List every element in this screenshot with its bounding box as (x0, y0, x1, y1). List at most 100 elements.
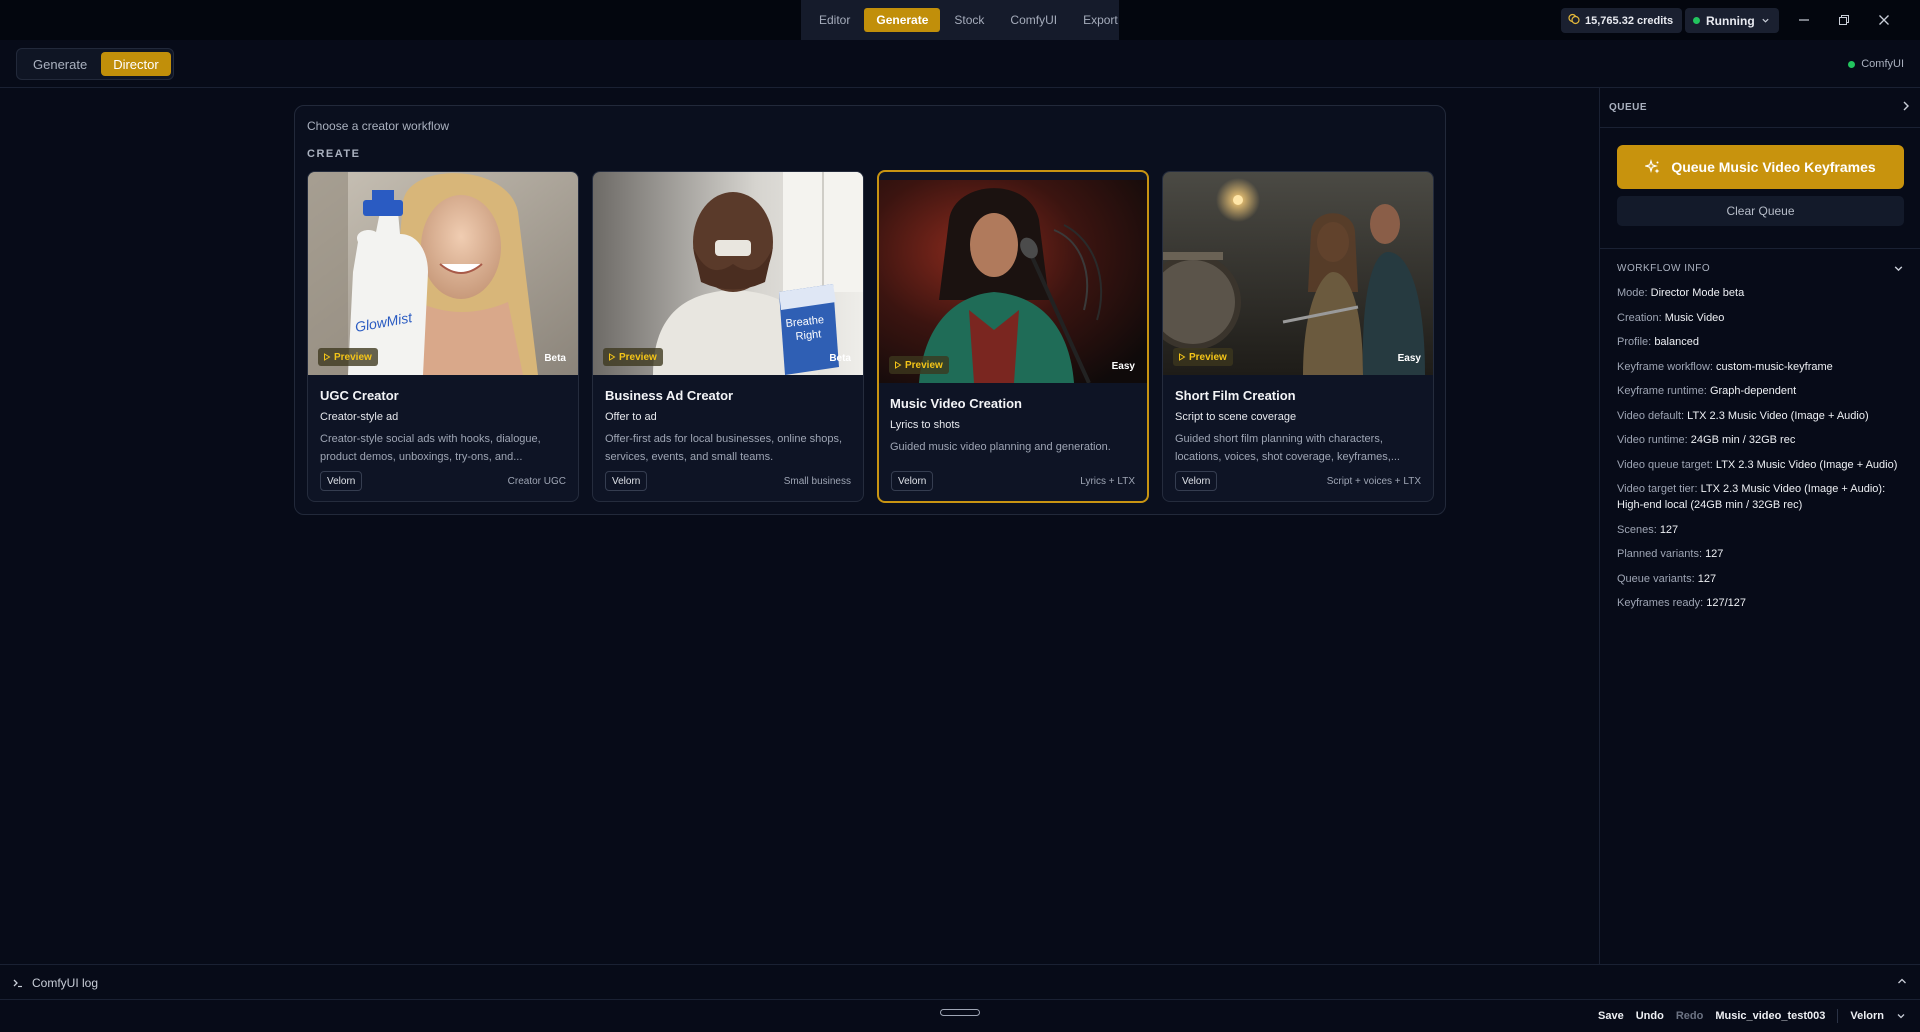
card-image: Preview Easy (1163, 172, 1433, 375)
chevron-up-icon (1898, 978, 1906, 984)
info-row-keyframe-workflow: Keyframe workflow: custom-music-keyframe (1617, 360, 1833, 373)
restore-button[interactable] (1831, 8, 1857, 32)
clear-queue-button[interactable]: Clear Queue (1617, 196, 1904, 226)
card-tag: Small business (783, 475, 851, 487)
provider-pill: Velorn (320, 471, 363, 491)
workflow-info-header[interactable]: WORKFLOW INFO (1617, 263, 1904, 274)
card-image: GlowMist Preview Beta (308, 172, 578, 375)
card-tag: Script + voices + LTX (1326, 475, 1421, 487)
info-row-scenes: Scenes: 127 (1617, 523, 1679, 536)
collapse-sidebar-button[interactable] (1900, 100, 1912, 115)
tier-badge: Beta (544, 353, 566, 364)
play-icon (895, 361, 902, 369)
card-description: Guided music video planning and generati… (890, 441, 1111, 453)
card-business-ad-creator[interactable]: Breathe Right Preview Beta Business Ad C… (592, 171, 864, 502)
card-music-video-creation[interactable]: Preview Easy Music Video Creation Lyrics… (877, 170, 1149, 503)
tab-export[interactable]: Export (1071, 8, 1130, 32)
tab-generate[interactable]: Generate (864, 8, 941, 32)
running-dot-icon (1693, 17, 1700, 24)
card-short-film-creation[interactable]: Preview Easy Short Film Creation Script … (1162, 171, 1434, 502)
undo-button[interactable]: Undo (1636, 1010, 1664, 1022)
card-image: Preview Easy (879, 180, 1147, 383)
info-row-queue-variants: Queue variants: 127 (1617, 572, 1717, 585)
queue-sidebar: QUEUE Queue Music Video Keyframes Clear … (1599, 88, 1920, 964)
panel-title: Choose a creator workflow (307, 119, 450, 133)
chevron-down-icon[interactable] (1896, 1011, 1906, 1021)
project-actions: Save Undo Redo Music_video_test003 Velor… (1598, 1000, 1906, 1032)
info-row-keyframes-ready: Keyframes ready: 127/127 (1617, 597, 1747, 609)
preview-label: Preview (1189, 351, 1227, 363)
card-description: Offer-first ads for local businesses, on… (605, 433, 843, 463)
card-tag: Lyrics + LTX (1080, 475, 1135, 487)
chevron-right-icon (1903, 101, 1909, 111)
save-button[interactable]: Save (1598, 1010, 1624, 1022)
card-footer: Velorn Small business (605, 471, 851, 491)
comfyui-status: ComfyUI (1848, 58, 1904, 70)
preview-badge[interactable]: Preview (603, 348, 663, 366)
card-title: Music Video Creation (890, 396, 1022, 411)
close-icon (1879, 15, 1889, 25)
section-label: CREATE (307, 148, 361, 160)
card-body: UGC Creator Creator-style ad Creator-sty… (308, 375, 578, 466)
play-icon (609, 353, 616, 361)
restore-icon (1839, 15, 1849, 25)
status-dropdown[interactable]: Running (1685, 8, 1779, 33)
card-ugc-creator[interactable]: GlowMist Preview Beta UGC Creator Creato… (307, 171, 579, 502)
queue-header: QUEUE (1600, 88, 1920, 128)
sparkles-icon (1645, 159, 1660, 174)
tab-editor[interactable]: Editor (807, 8, 862, 32)
card-body: Short Film Creation Script to scene cove… (1163, 375, 1433, 466)
queue-keyframes-button[interactable]: Queue Music Video Keyframes (1617, 145, 1904, 189)
coins-icon (1568, 13, 1580, 28)
chevron-down-icon (1894, 266, 1903, 272)
connected-dot-icon (1848, 60, 1856, 68)
mode-switch: Generate Director (16, 48, 174, 80)
tier-badge: Beta (829, 353, 851, 364)
minimize-button[interactable] (1791, 8, 1817, 32)
redo-button[interactable]: Redo (1676, 1010, 1704, 1022)
info-row-planned-variants: Planned variants: 127 (1617, 548, 1724, 560)
queue-button-label: Queue Music Video Keyframes (1671, 159, 1876, 175)
top-nav: Editor Generate Stock ComfyUI Export (801, 0, 1119, 40)
card-body: Business Ad Creator Offer to ad Offer-fi… (593, 375, 863, 466)
info-row-creation: Creation: Music Video (1617, 311, 1725, 324)
preview-label: Preview (334, 351, 372, 363)
card-description: Creator-style social ads with hooks, dia… (320, 433, 541, 463)
card-subtitle: Offer to ad (605, 411, 657, 423)
tab-stock[interactable]: Stock (942, 8, 996, 32)
info-row-video-queue-target: Video queue target: LTX 2.3 Music Video … (1617, 458, 1898, 471)
comfyui-log-bar[interactable]: ComfyUI log (0, 964, 1920, 1000)
credits-value: 15,765.32 credits (1585, 14, 1674, 27)
divider (1837, 1009, 1839, 1023)
project-name[interactable]: Music_video_test003 (1715, 1010, 1825, 1022)
log-label: ComfyUI log (32, 976, 99, 990)
preview-label: Preview (619, 351, 657, 363)
card-footer: Velorn Lyrics + LTX (891, 471, 1135, 491)
expand-log-button[interactable] (1896, 975, 1908, 990)
workflow-chooser: Choose a creator workflow CREATE GlowMis… (294, 105, 1446, 515)
preview-label: Preview (905, 359, 943, 371)
card-tag: Creator UGC (507, 475, 566, 487)
preview-badge[interactable]: Preview (1173, 348, 1233, 366)
brand-menu[interactable]: Velorn (1850, 1010, 1884, 1022)
card-subtitle: Creator-style ad (320, 411, 399, 423)
status-label: Running (1706, 13, 1755, 28)
card-image: Breathe Right Preview Beta (593, 172, 863, 375)
close-button[interactable] (1871, 8, 1897, 32)
tier-badge: Easy (1111, 361, 1135, 372)
resize-handle[interactable] (940, 1009, 980, 1016)
mode-bar: Generate Director ComfyUI (0, 40, 1920, 88)
info-row-video-runtime: Video runtime: 24GB min / 32GB rec (1617, 434, 1796, 446)
workflow-info-title: WORKFLOW INFO (1617, 263, 1711, 274)
mode-director-button[interactable]: Director (101, 52, 171, 76)
preview-badge[interactable]: Preview (318, 348, 378, 366)
log-toggle[interactable]: ComfyUI log (12, 976, 98, 990)
card-body: Music Video Creation Lyrics to shots Gui… (879, 383, 1147, 474)
card-subtitle: Script to scene coverage (1175, 411, 1297, 423)
tab-comfyui[interactable]: ComfyUI (998, 8, 1069, 32)
card-title: Business Ad Creator (605, 388, 734, 403)
preview-badge[interactable]: Preview (889, 356, 949, 374)
credits-badge[interactable]: 15,765.32 credits (1561, 8, 1682, 33)
card-subtitle: Lyrics to shots (890, 419, 960, 431)
mode-generate-button[interactable]: Generate (21, 52, 99, 76)
